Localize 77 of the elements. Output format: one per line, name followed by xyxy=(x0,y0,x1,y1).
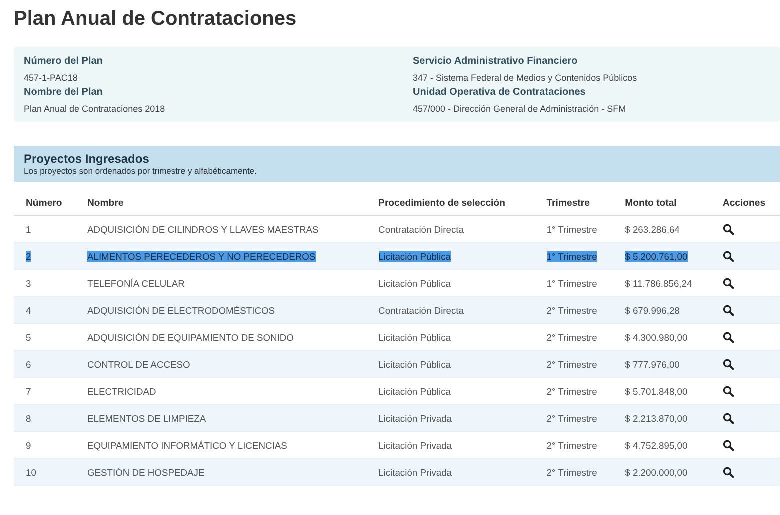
search-icon[interactable] xyxy=(722,332,734,342)
table-cell: $ 4.752.895,00 xyxy=(625,440,688,450)
table-cell: Licitación Pública xyxy=(378,358,451,370)
table-cell: Contratación Directa xyxy=(378,304,464,316)
field-value: Plan Anual de Contrataciones 2018 xyxy=(24,104,166,114)
field-value: 457-1-PAC18 xyxy=(24,73,79,83)
column-header: Acciones xyxy=(710,194,780,216)
table-cell: $ 11.786.856,24 xyxy=(625,278,692,288)
table-cell: CONTROL DE ACCESO xyxy=(87,358,190,370)
table-cell: EQUIPAMIENTO INFORMÁTICO Y LICENCIAS xyxy=(87,440,288,450)
search-icon[interactable] xyxy=(722,358,734,370)
table-cell: 2° Trimestre xyxy=(546,440,598,450)
table-cell: ADQUISICIÓN DE CILINDROS Y LLAVES MAESTRAS xyxy=(87,224,319,234)
table-cell: ALIMENTOS PERECEDEROS Y NO PERECEDEROS xyxy=(87,250,316,262)
table-cell: $ 2.200.000,00 xyxy=(625,466,688,478)
table-cell: 8 xyxy=(26,412,32,424)
column-header: Nombre xyxy=(75,194,367,216)
search-icon[interactable] xyxy=(722,386,734,396)
table-cell: TELEFONÍA CELULAR xyxy=(87,278,185,288)
table-cell: 2° Trimestre xyxy=(546,304,598,316)
table-cell: $ 5.200.761,00 xyxy=(625,250,688,262)
table-cell: ADQUISICIÓN DE EQUIPAMIENTO DE SONIDO xyxy=(87,332,294,342)
table-cell: $ 5.701.848,00 xyxy=(625,386,688,396)
table-cell: 2° Trimestre xyxy=(546,332,598,342)
column-header: Procedimiento de selección xyxy=(366,194,535,216)
section-subtitle: Los proyectos son ordenados por trimestre y alfabéticamente. xyxy=(24,166,258,176)
field-label: Número del Plan xyxy=(24,56,104,67)
table-cell: 4 xyxy=(26,304,32,316)
table-cell: 1° Trimestre xyxy=(546,250,598,262)
search-icon[interactable] xyxy=(722,278,734,288)
table-cell: ADQUISICIÓN DE ELECTRODOMÉSTICOS xyxy=(87,304,276,316)
field-value: 457/000 - Dirección General de Administración - SFM xyxy=(413,104,628,114)
table-cell: 2° Trimestre xyxy=(546,412,598,424)
column-header: Número xyxy=(14,194,76,216)
table-cell: ELECTRICIDAD xyxy=(87,386,156,396)
field-label: Nombre del Plan xyxy=(24,87,104,98)
field-label: Unidad Operativa de Contrataciones xyxy=(413,87,587,98)
search-icon[interactable] xyxy=(722,440,734,450)
table-cell: 2° Trimestre xyxy=(546,466,598,478)
table-cell: Licitación Pública xyxy=(378,250,451,262)
table-cell: Licitación Privada xyxy=(378,440,452,450)
section-title: Proyectos Ingresados xyxy=(24,152,150,166)
field-value: 347 - Sistema Federal de Medios y Contenidos Públicos xyxy=(413,73,638,83)
table-cell: Licitación Pública xyxy=(378,332,451,342)
search-icon[interactable] xyxy=(722,250,734,262)
table-cell: 9 xyxy=(26,440,32,450)
table-cell: 1 xyxy=(26,224,32,234)
table-cell: Licitación Pública xyxy=(378,386,451,396)
table-cell: 1° Trimestre xyxy=(546,278,598,288)
table-cell: GESTIÓN DE HOSPEDAJE xyxy=(87,466,205,478)
search-icon[interactable] xyxy=(722,466,734,478)
table-cell: 2° Trimestre xyxy=(546,358,598,370)
search-icon[interactable] xyxy=(722,224,734,234)
table-cell: Licitación Privada xyxy=(378,412,452,424)
column-header: Monto total xyxy=(613,194,711,216)
table-cell: 2° Trimestre xyxy=(546,386,598,396)
table-cell: 5 xyxy=(26,332,32,342)
search-icon[interactable] xyxy=(722,412,734,424)
column-header: Trimestre xyxy=(534,194,614,216)
search-icon[interactable] xyxy=(722,304,734,316)
table-cell: 1° Trimestre xyxy=(546,224,598,234)
table-cell: $ 2.213.870,00 xyxy=(625,412,688,424)
table-cell: 10 xyxy=(26,466,36,478)
table-cell: 7 xyxy=(26,386,32,396)
table-cell: ELEMENTOS DE LIMPIEZA xyxy=(87,412,206,424)
table-cell: 2 xyxy=(26,250,32,262)
table-cell: 6 xyxy=(26,358,32,370)
table-cell: $ 4.300.980,00 xyxy=(625,332,688,342)
table-cell: Licitación Privada xyxy=(378,466,452,478)
table-cell: Licitación Pública xyxy=(378,278,451,288)
table-cell: $ 263.286,64 xyxy=(625,224,680,234)
page-title: Plan Anual de Contrataciones xyxy=(14,8,298,31)
table-cell: $ 777.976,00 xyxy=(625,358,680,370)
table-cell: 3 xyxy=(26,278,32,288)
field-label: Servicio Administrativo Financiero xyxy=(413,56,579,67)
table-cell: Contratación Directa xyxy=(378,224,464,234)
table-cell: $ 679.996,28 xyxy=(625,304,680,316)
